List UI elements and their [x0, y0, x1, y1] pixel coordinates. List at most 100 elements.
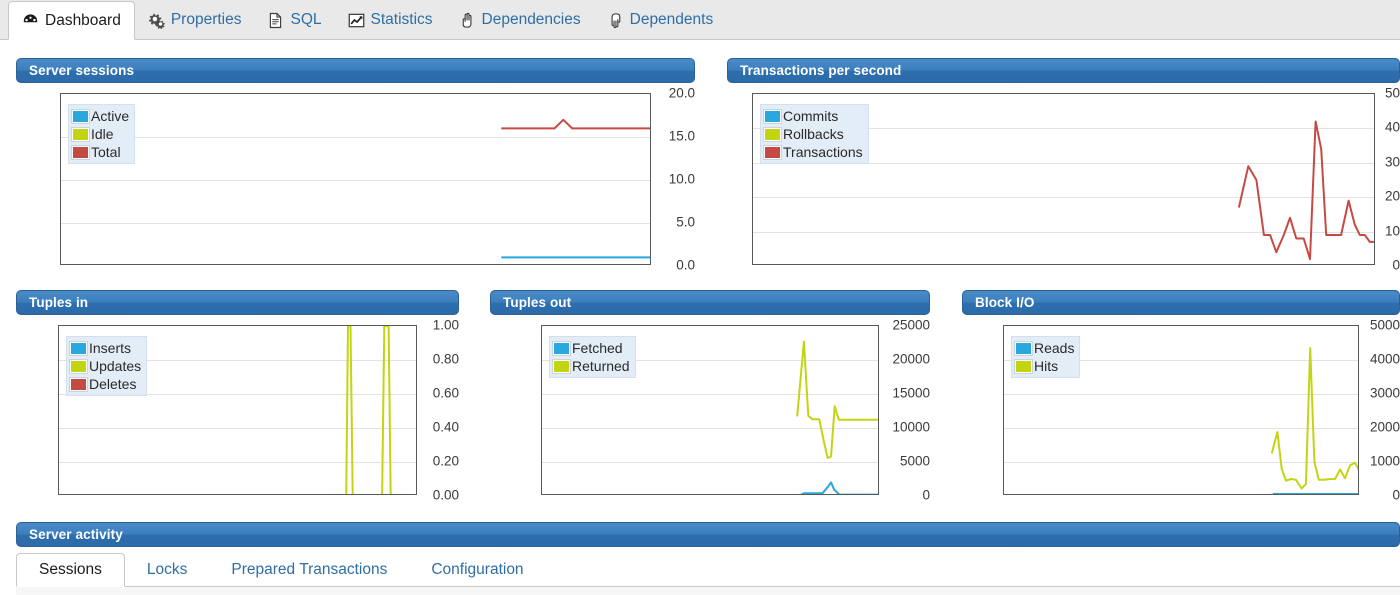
- legend-label: Active: [91, 108, 130, 124]
- y-axis-tick-label: 2000: [1369, 419, 1400, 435]
- legend-swatch: [69, 358, 88, 374]
- panel-block-io: Block I/O 0 1000 2000 3000 4000 5000 Reads Hits: [962, 290, 1400, 501]
- legend-item: Total: [71, 144, 129, 160]
- y-axis-tick-label: 3000: [1369, 385, 1400, 401]
- legend-item: Deletes: [69, 376, 141, 392]
- legend-swatch: [71, 108, 90, 124]
- legend-label: Deletes: [89, 376, 137, 392]
- chart-line-icon: [348, 12, 365, 29]
- y-axis-tick-label: 5000: [899, 453, 930, 469]
- panel-title: Block I/O: [962, 290, 1400, 315]
- chart-tuples-out: 0 5000 10000 15000 20000 25000 Fetched Returned: [490, 317, 930, 501]
- y-axis-tick-label: 20: [1384, 188, 1400, 204]
- hand-up-icon: [459, 12, 476, 29]
- gears-icon: [148, 12, 165, 29]
- legend-label: Fetched: [572, 340, 623, 356]
- series-layer: [501, 118, 650, 259]
- panel-title: Transactions per second: [727, 58, 1400, 83]
- legend-item: Fetched: [552, 340, 630, 356]
- tab-label: Statistics: [370, 11, 433, 28]
- panel-server-activity: Server activity: [16, 522, 1400, 547]
- y-axis-tick-label: 0.80: [432, 351, 459, 367]
- chart-legend: Active Idle Total: [68, 104, 136, 164]
- activity-tab-prepared-transactions[interactable]: Prepared Transactions: [209, 553, 409, 586]
- chart-block-io: 0 1000 2000 3000 4000 5000 Reads Hits: [962, 317, 1400, 503]
- legend-item: Reads: [1014, 340, 1074, 356]
- chart-legend: Inserts Updates Deletes: [66, 336, 148, 396]
- server-activity-content: [16, 587, 1400, 595]
- series-line: [1237, 120, 1374, 261]
- tab-dependencies[interactable]: Dependencies: [446, 1, 594, 39]
- legend-swatch: [763, 144, 782, 160]
- activity-tab-label: Prepared Transactions: [231, 560, 388, 578]
- chart-tuples-in: 0.00 0.20 0.40 0.60 0.80 1.00 Inserts Updates De…: [16, 318, 459, 503]
- y-axis-tick-label: 1000: [1369, 453, 1400, 469]
- tab-properties[interactable]: Properties: [135, 1, 255, 39]
- y-axis-tick-label: 40: [1384, 119, 1400, 135]
- activity-tab-locks[interactable]: Locks: [125, 553, 210, 586]
- legend-item: Hits: [1014, 358, 1074, 374]
- panel-title: Server activity: [16, 522, 1400, 547]
- legend-label: Hits: [1034, 358, 1059, 374]
- legend-label: Idle: [91, 126, 114, 142]
- y-axis-tick-label: 25000: [892, 317, 930, 333]
- legend-item: Inserts: [69, 340, 141, 356]
- legend-swatch: [69, 376, 88, 392]
- series-line: [501, 118, 650, 130]
- legend-swatch: [71, 144, 90, 160]
- panel-title: Tuples in: [16, 290, 459, 315]
- chart-legend: Reads Hits: [1011, 336, 1081, 378]
- legend-label: Commits: [783, 108, 839, 124]
- panel-transactions: Transactions per second 0 10 20 30 40 50 Commi…: [727, 58, 1400, 274]
- activity-tab-sessions[interactable]: Sessions: [16, 553, 125, 587]
- y-axis-tick-label: 15000: [892, 385, 930, 401]
- chart-server-sessions: 0.0 5.0 10.0 15.0 20.0 Active Idle Total: [16, 86, 695, 274]
- y-axis-tick-label: 30: [1384, 154, 1400, 170]
- panel-server-sessions: Server sessions 0.0 5.0 10.0 15.0 20.0 Active…: [16, 58, 695, 274]
- series-line: [796, 340, 878, 459]
- legend-label: Transactions: [783, 144, 863, 160]
- tab-label: Properties: [170, 11, 242, 28]
- activity-tab-configuration[interactable]: Configuration: [409, 553, 545, 586]
- legend-swatch: [1014, 340, 1033, 356]
- tab-statistics[interactable]: Statistics: [335, 1, 446, 39]
- y-axis-tick-label: 4000: [1369, 351, 1400, 367]
- y-axis-tick-label: 0.0: [676, 257, 695, 273]
- y-axis-tick-label: 10: [1384, 222, 1400, 238]
- legend-swatch: [1014, 358, 1033, 374]
- y-axis-tick-label: 0.40: [432, 419, 459, 435]
- y-axis-tick-label: 0.00: [432, 487, 459, 503]
- legend-item: Idle: [71, 126, 129, 142]
- y-axis-tick-label: 0: [1392, 487, 1400, 503]
- activity-tab-label: Locks: [146, 560, 188, 578]
- legend-swatch: [763, 108, 782, 124]
- legend-item: Active: [71, 108, 130, 124]
- y-axis-tick-label: 0: [1392, 257, 1400, 273]
- legend-item: Updates: [69, 358, 141, 374]
- legend-swatch: [71, 126, 90, 142]
- legend-label: Rollbacks: [783, 126, 844, 142]
- tab-dependents[interactable]: Dependents: [594, 1, 727, 39]
- tab-label: SQL: [290, 11, 322, 28]
- chart-transactions: 0 10 20 30 40 50 Commits Rollbacks Transactions: [727, 86, 1400, 274]
- dashboard-gauge-icon: [22, 12, 39, 29]
- series-line: [800, 481, 878, 494]
- y-axis-tick-label: 15.0: [668, 128, 695, 144]
- tab-sql[interactable]: SQL: [254, 1, 334, 39]
- hand-down-icon: [607, 12, 624, 29]
- series-line: [1270, 347, 1358, 490]
- legend-item: Commits: [763, 108, 863, 124]
- legend-label: Inserts: [89, 340, 132, 356]
- y-axis-tick-label: 0.60: [432, 385, 459, 401]
- legend-item: Rollbacks: [763, 126, 863, 142]
- y-axis-tick-label: 5000: [1369, 317, 1400, 333]
- series-line: [345, 326, 392, 494]
- y-axis-tick-label: 5.0: [676, 214, 695, 230]
- y-axis-tick-label: 10000: [892, 419, 930, 435]
- tab-dashboard[interactable]: Dashboard: [8, 1, 135, 40]
- chart-legend: Commits Rollbacks Transactions: [760, 104, 869, 164]
- activity-tab-label: Sessions: [39, 561, 102, 578]
- activity-tab-label: Configuration: [431, 560, 524, 578]
- chart-legend: Fetched Returned: [549, 336, 636, 378]
- tab-label: Dependencies: [481, 11, 581, 28]
